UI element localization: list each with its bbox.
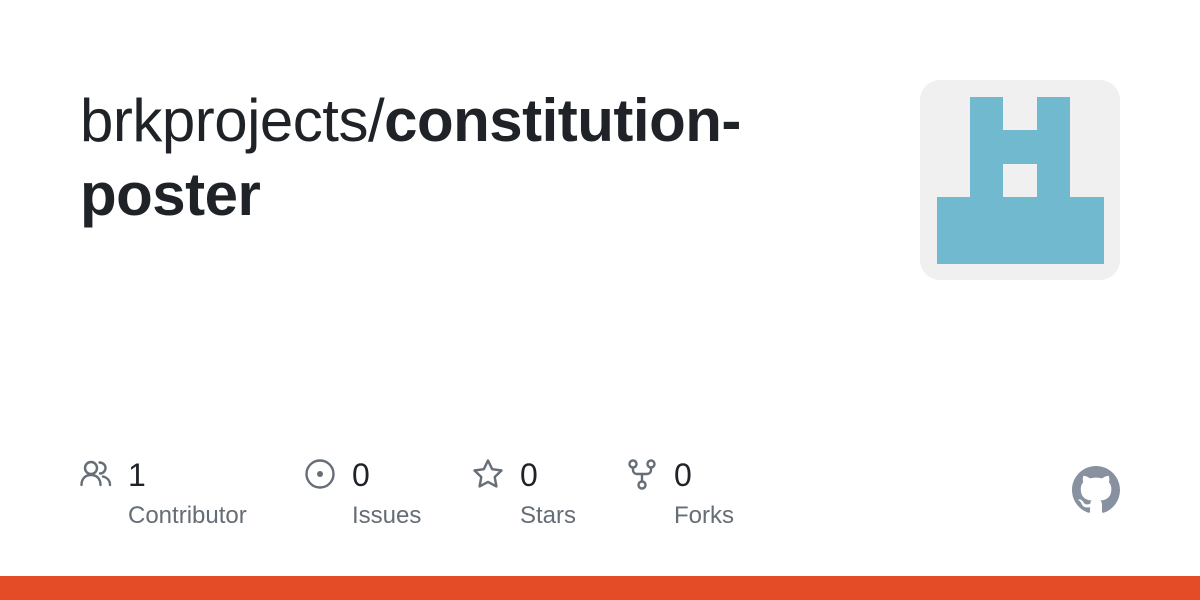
star-icon <box>473 459 503 488</box>
contributors-count: 1 <box>128 457 146 493</box>
issue-opened-icon <box>305 459 335 489</box>
issues-label: Issues <box>352 502 422 529</box>
contributors-label: Contributor <box>128 502 247 529</box>
people-icon <box>80 460 112 487</box>
github-logo-icon[interactable] <box>1072 466 1120 514</box>
stars-label: Stars <box>520 502 577 529</box>
repo-title: brkprojects/constitution-poster <box>80 84 860 232</box>
owner-avatar <box>920 80 1120 280</box>
issues-count: 0 <box>352 457 370 493</box>
forks-label: Forks <box>674 502 734 529</box>
identicon-pattern <box>937 97 1104 264</box>
repo-owner: brkprojects/ <box>80 87 385 154</box>
language-bar <box>0 576 1200 600</box>
repo-forked-icon <box>628 459 656 490</box>
stars-count: 0 <box>520 457 538 493</box>
forks-count: 0 <box>674 457 692 493</box>
